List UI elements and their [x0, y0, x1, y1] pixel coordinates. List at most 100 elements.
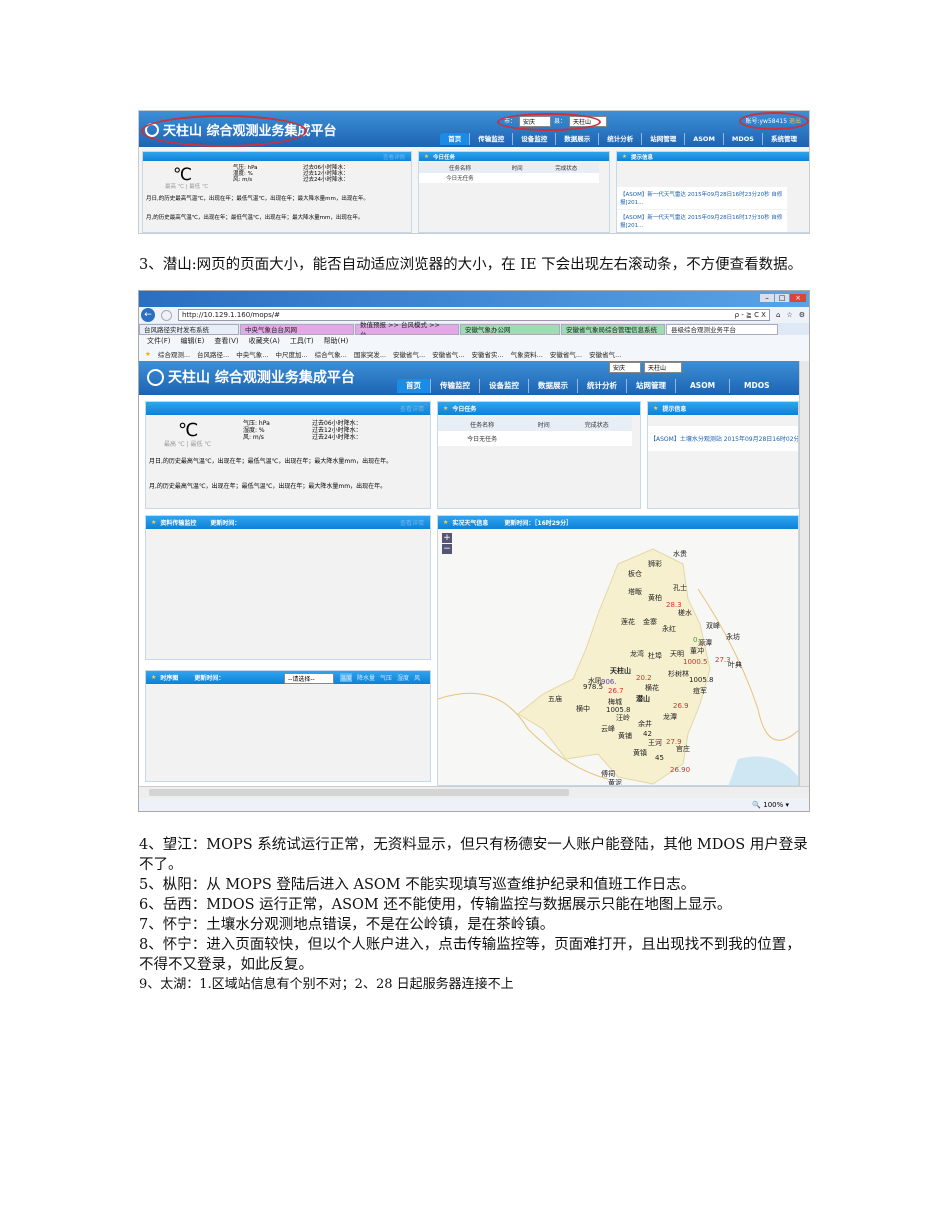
tips-panel: ★ 提示信息 【ASOM】新一代天气雷达 2015年09月28日16时23分20秒…	[616, 151, 809, 233]
station-label: 莲花	[621, 618, 635, 626]
browser-tab-active[interactable]: 县级综合观测业务平台	[666, 323, 778, 335]
favorite-link[interactable]: 安徽省气...	[589, 349, 621, 359]
station-label: 汪岭	[616, 714, 630, 722]
settings-icon[interactable]: ⚙	[799, 311, 805, 319]
tab-temperature[interactable]: 温度	[340, 673, 353, 682]
favorite-link[interactable]: 安徽省气...	[393, 349, 425, 359]
nav-system[interactable]: 系统管理	[762, 133, 805, 145]
tab-precipitation[interactable]: 降水量	[357, 673, 375, 682]
star-icon: ★	[443, 519, 449, 526]
annotation-oval	[739, 112, 809, 130]
tab-bar: 台风路径实时发布系统 中央气象台台风网 数值预报 >> 台风模式 >> 台...…	[139, 321, 809, 339]
horizontal-scrollbar[interactable]	[139, 786, 809, 798]
zoom-level[interactable]: 100%	[763, 801, 783, 809]
nav-station[interactable]: 站网管理	[641, 133, 684, 145]
nav-asom[interactable]: ASOM	[684, 133, 723, 145]
station-label: 叶典	[728, 661, 742, 669]
more-link[interactable]: 查看详情	[400, 404, 424, 413]
timeseries-panel: ★ 时序图 更新时间： --请选择-- 温度 降水量 气压 湿度风	[145, 670, 431, 782]
station-label: 痘军	[693, 687, 707, 695]
favorite-link[interactable]: 国家突发...	[354, 349, 386, 359]
favorite-link[interactable]: 安徽省气...	[432, 349, 464, 359]
favorite-link[interactable]: 中尺度加...	[275, 349, 307, 359]
nav-mdos[interactable]: MDOS	[722, 133, 762, 145]
minimize-icon[interactable]: –	[760, 294, 774, 302]
tab-pressure[interactable]: 气压	[380, 673, 392, 682]
favorite-link[interactable]: 安徽省气...	[550, 349, 582, 359]
tip-item[interactable]: 【ASOM】新一代天气雷达 2015年09月28日16时23分20秒 自修报[2…	[617, 187, 787, 209]
menu-file[interactable]: 文件(F)	[147, 336, 171, 346]
app-header: 天柱山 综合观测业务集成平台 安庆 天柱山 首页 传输监控 设备监控 数据展示 统计分析站…	[139, 361, 799, 395]
nav-data[interactable]: 数据展示	[555, 133, 598, 145]
menu-tools[interactable]: 工具(T)	[290, 336, 314, 346]
nav-device[interactable]: 设备监控	[479, 379, 528, 393]
nav-asom[interactable]: ASOM	[675, 379, 729, 393]
paragraph-6: 6、岳西：MDOS 运行正常，ASOM 还不能使用，传输监控与数据展示只能在地图…	[139, 897, 732, 913]
url-actions[interactable]: ρ - ≧ C X	[735, 310, 769, 320]
more-link[interactable]: 查看详情	[383, 153, 405, 161]
url-input[interactable]: http://10.129.1.160/mops/#	[182, 310, 280, 320]
nav-data[interactable]: 数据展示	[528, 379, 577, 393]
forward-icon[interactable]	[161, 309, 172, 321]
back-icon[interactable]: ←	[141, 308, 155, 322]
station-label: 天柱山	[610, 667, 631, 675]
home-icon[interactable]: ⌂	[776, 311, 780, 319]
more-link[interactable]: 查看详情	[400, 518, 424, 527]
tasks-table: 任务名称 时间 完成状态 今日无任务	[419, 163, 599, 183]
tip-item[interactable]: 【ASOM】土壤水分观测站 2015年09月28日16时02分	[648, 426, 798, 451]
nav-mdos[interactable]: MDOS	[729, 379, 783, 393]
browser-tab[interactable]: 台风路径实时发布系统	[139, 323, 239, 335]
favorite-link[interactable]: 安徽省实...	[471, 349, 503, 359]
favorite-link[interactable]: 气象资料...	[511, 349, 543, 359]
vertical-scrollbar[interactable]	[799, 361, 809, 786]
history-month: 月,的历史最高气温℃，出现在年；最低气温℃，出现在年；最大降水量mm，出现在年。	[149, 483, 387, 490]
city-select[interactable]: 安庆	[609, 362, 641, 373]
browser-tab[interactable]: 安徽气象办公网	[460, 323, 560, 335]
wind: 风: m/s	[233, 177, 253, 183]
panel-title: 资料传输监控	[160, 520, 197, 527]
nav-home[interactable]: 首页	[440, 133, 470, 145]
favorite-link[interactable]: 台风路径...	[197, 349, 229, 359]
county-select[interactable]: 天柱山	[644, 362, 682, 373]
menu-edit[interactable]: 编辑(E)	[181, 336, 205, 346]
menu-favorites[interactable]: 收藏夹(A)	[249, 336, 280, 346]
favorites-icon[interactable]: ☆	[786, 311, 792, 319]
station-label: 黄镇	[633, 749, 647, 757]
tab-humidity[interactable]: 湿度	[397, 673, 409, 682]
maximize-icon[interactable]: □	[775, 294, 789, 302]
browser-tab[interactable]: 安徽省气象局综合管理信息系统	[561, 323, 665, 335]
scroll-thumb[interactable]	[149, 789, 569, 796]
tip-item[interactable]: 【ASOM】新一代天气雷达 2015年09月28日16时17分30秒 自修报[2…	[617, 210, 787, 232]
menu-help[interactable]: 帮助(H)	[324, 336, 349, 346]
browser-tab[interactable]: 数值预报 >> 台风模式 >> 台...	[355, 321, 459, 339]
tab-wind[interactable]: 风	[414, 673, 420, 682]
menu-view[interactable]: 查看(V)	[214, 336, 238, 346]
station-label: 狮彩	[648, 560, 662, 568]
favorite-link[interactable]: 综合气象...	[315, 349, 347, 359]
nav-stats[interactable]: 统计分析	[598, 133, 641, 145]
nav-stats[interactable]: 统计分析	[577, 379, 626, 393]
station-value: 0	[693, 636, 698, 644]
favorites-bar: ★ 综合观测... 台风路径... 中央气象... 中尺度加... 综合气象... 国家突…	[139, 347, 809, 361]
nav-device[interactable]: 设备监控	[512, 133, 555, 145]
close-icon[interactable]: ×	[790, 294, 806, 302]
station-label: 龙湾	[630, 650, 644, 658]
nav-station[interactable]: 站网管理	[626, 379, 675, 393]
nav-transfer[interactable]: 传输监控	[430, 379, 479, 393]
history-day: 月日,的历史最高气温℃，出现在年；最低气温℃，出现在年；最大降水量mm，出现在年…	[149, 458, 393, 465]
nav-transfer[interactable]: 传输监控	[469, 133, 512, 145]
station-value: 1005.8	[689, 676, 714, 684]
browser-tab[interactable]: 中央气象台台风网	[240, 323, 354, 335]
col-header: 完成状态	[555, 166, 578, 172]
empty-row: 今日无任务	[446, 176, 474, 182]
element-select[interactable]: --请选择--	[284, 673, 334, 684]
favorite-link[interactable]: 中央气象...	[236, 349, 268, 359]
station-label: 五庙	[548, 695, 562, 703]
main-nav: 首页 传输监控 设备监控 数据展示 统计分析 站网管理 ASOM MDOS 系统管理	[440, 133, 805, 145]
map[interactable]	[438, 529, 799, 786]
col-header: 任务名称	[470, 421, 495, 429]
favorite-link[interactable]: 综合观测...	[158, 349, 190, 359]
nav-home[interactable]: 首页	[397, 379, 430, 393]
station-label: 龙潭	[663, 713, 677, 721]
temperature: ℃	[178, 420, 199, 441]
